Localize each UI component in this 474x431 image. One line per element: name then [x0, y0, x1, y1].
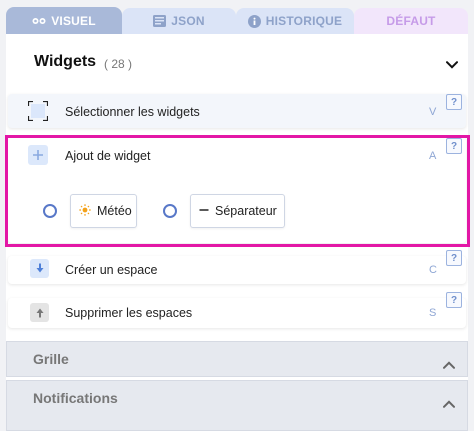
plus-icon — [28, 145, 48, 165]
section-notifications-title: Notifications — [33, 390, 118, 406]
tool-add-widget[interactable]: Ajout de widget A ? Météo Séparateur — [8, 137, 466, 243]
tool-select-widgets-label: Sélectionner les widgets — [65, 105, 200, 119]
tab-visuel[interactable]: VISUEL — [6, 7, 122, 34]
selection-icon — [28, 101, 48, 121]
tab-defaut-label: DÉFAUT — [386, 14, 436, 28]
radio-meteo[interactable] — [43, 204, 57, 218]
help-icon[interactable]: ? — [446, 292, 462, 308]
widgets-header[interactable]: Widgets ( 28 ) — [8, 36, 466, 86]
widget-option-separateur[interactable]: Séparateur — [190, 194, 285, 228]
help-icon[interactable]: ? — [446, 94, 462, 110]
tool-delete-spaces-label: Supprimer les espaces — [65, 306, 193, 320]
tool-select-widgets[interactable]: Sélectionner les widgets V ? — [8, 94, 466, 128]
widget-option-meteo[interactable]: Météo — [70, 194, 137, 228]
tool-create-space-label: Créer un espace — [65, 263, 158, 277]
arrow-up-icon — [30, 303, 49, 322]
chevron-down-icon[interactable] — [446, 56, 458, 74]
minus-icon — [199, 204, 209, 218]
tab-json[interactable]: JSON — [122, 8, 236, 34]
section-grille[interactable]: Grille — [6, 341, 468, 377]
shortcut-key: A — [429, 150, 437, 162]
chevron-up-icon[interactable] — [443, 356, 455, 374]
tool-delete-spaces[interactable]: Supprimer les espaces S ? — [8, 292, 466, 328]
tab-bar: VISUEL JSON HISTORIQUE DÉFAUT — [0, 0, 474, 34]
tab-historique-label: HISTORIQUE — [265, 14, 343, 28]
arrow-down-icon — [30, 259, 49, 278]
tab-visuel-label: VISUEL — [51, 13, 96, 28]
tool-add-widget-label: Ajout de widget — [65, 149, 151, 163]
widget-option-meteo-label: Météo — [97, 204, 132, 218]
widgets-title: Widgets — [34, 53, 97, 70]
help-icon[interactable]: ? — [446, 250, 462, 266]
shortcut-key: C — [429, 264, 437, 276]
help-icon[interactable]: ? — [446, 138, 462, 154]
eye-icon — [32, 17, 46, 25]
section-notifications[interactable]: Notifications — [6, 380, 468, 431]
radio-separateur[interactable] — [163, 204, 177, 218]
tool-create-space[interactable]: Créer un espace C ? — [8, 250, 466, 284]
widgets-count: ( 28 ) — [104, 57, 133, 71]
section-grille-title: Grille — [33, 351, 69, 367]
tab-historique[interactable]: HISTORIQUE — [236, 8, 354, 34]
widget-option-separateur-label: Séparateur — [215, 204, 277, 218]
tab-defaut[interactable]: DÉFAUT — [354, 8, 468, 34]
tab-json-label: JSON — [171, 14, 205, 28]
info-icon — [247, 14, 261, 28]
shortcut-key: S — [429, 307, 437, 319]
sun-icon — [79, 203, 91, 219]
shortcut-key: V — [429, 106, 437, 118]
json-icon — [153, 15, 167, 27]
chevron-up-icon[interactable] — [443, 395, 455, 413]
